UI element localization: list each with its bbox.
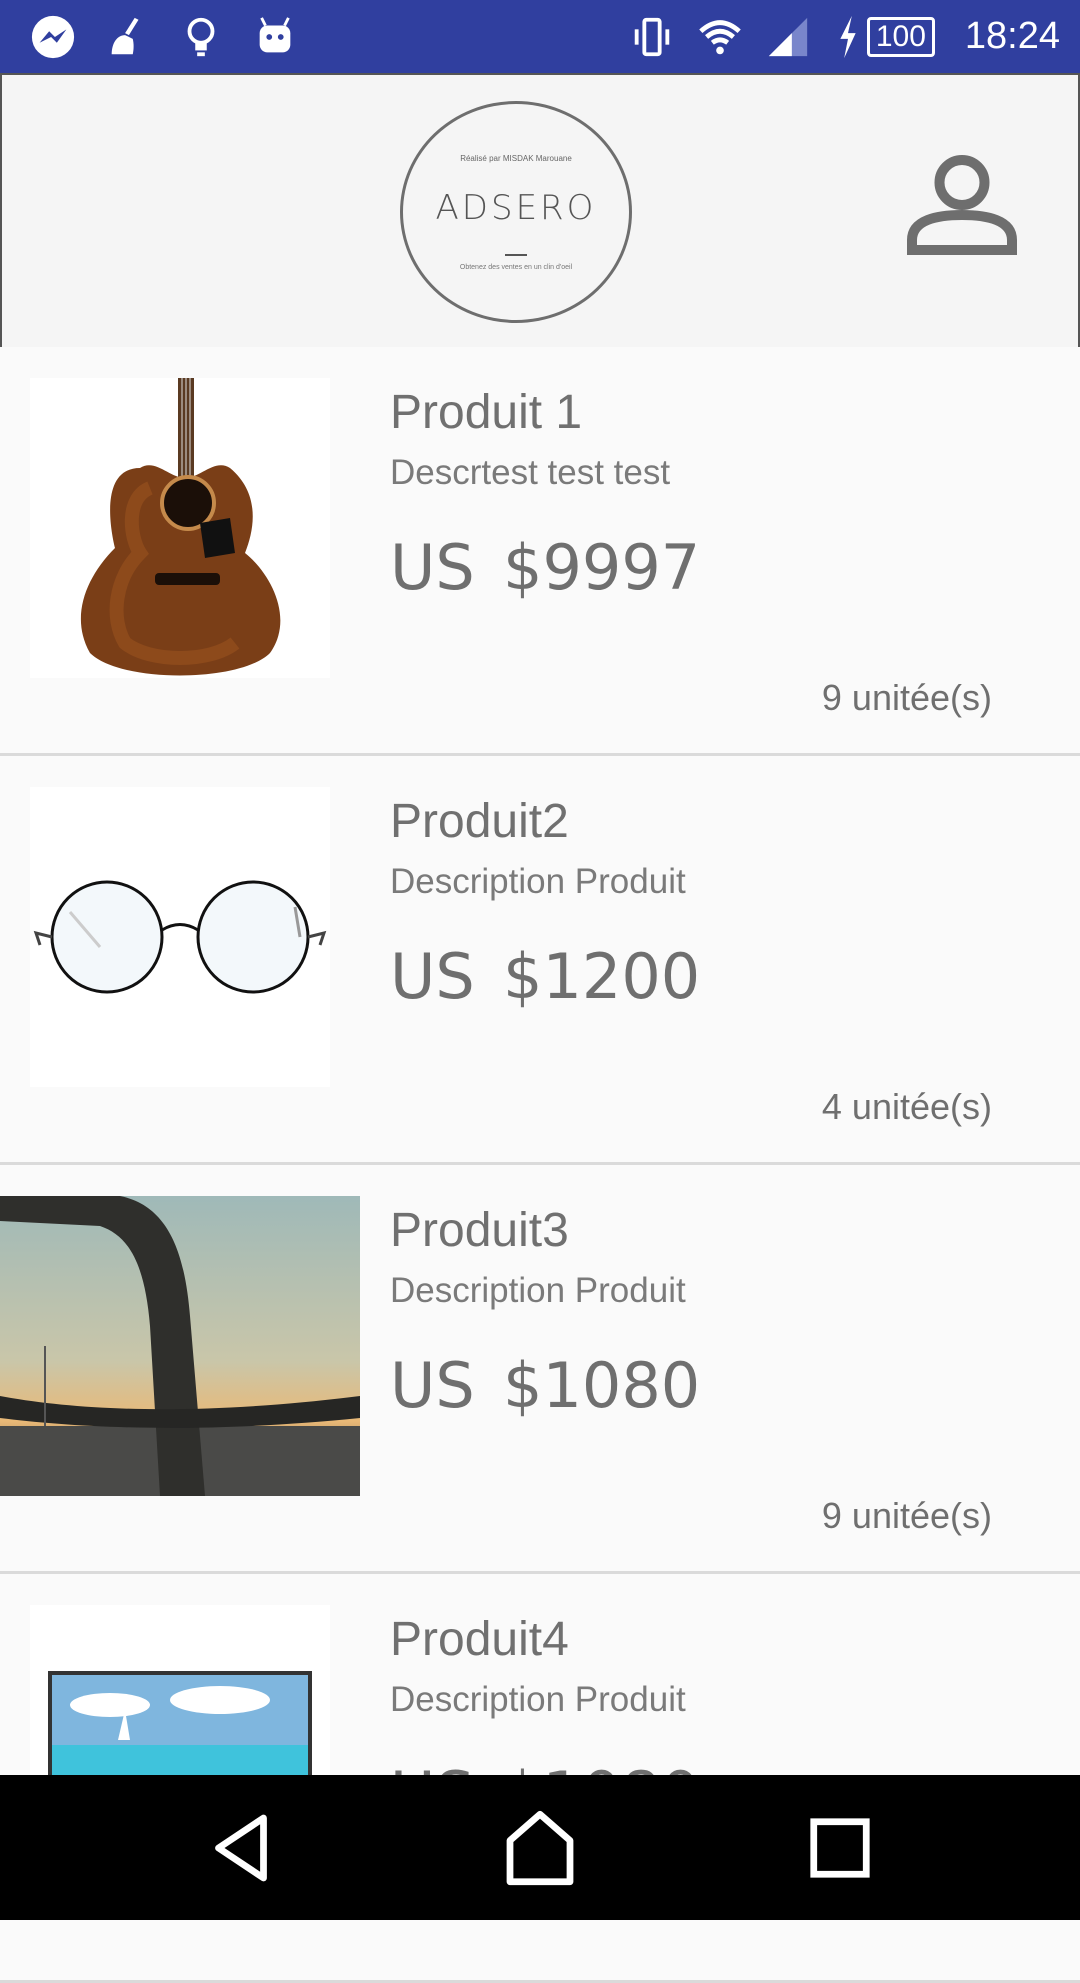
product-price: $1200 bbox=[503, 940, 701, 1013]
product-currency: US bbox=[390, 940, 475, 1013]
product-name: Produit 1 bbox=[390, 386, 583, 439]
product-units: 4 unitée(s) bbox=[821, 1086, 992, 1127]
product-price: $1080 bbox=[503, 1349, 701, 1422]
product-price: $9997 bbox=[503, 531, 701, 604]
product-item[interactable]: Produit 1 Descrtest test test US $9997 9… bbox=[0, 347, 1080, 756]
app-header: Réalisé par MISDAK Marouane ADSERO Obten… bbox=[0, 73, 1080, 349]
recents-icon bbox=[810, 1818, 870, 1878]
product-units: 9 unitée(s) bbox=[821, 677, 992, 718]
product-units: 9 unitée(s) bbox=[821, 1495, 992, 1536]
back-button[interactable] bbox=[196, 1803, 286, 1893]
product-name: Produit3 bbox=[390, 1204, 569, 1257]
account-button[interactable] bbox=[902, 145, 1022, 265]
logo-credit: Réalisé par MISDAK Marouane bbox=[460, 154, 572, 163]
messenger-icon bbox=[30, 14, 76, 60]
product-description: Description Produit bbox=[390, 1271, 686, 1310]
product-name: Produit2 bbox=[390, 795, 569, 848]
product-currency: US bbox=[390, 531, 475, 604]
person-icon bbox=[907, 155, 1017, 255]
logo-name: ADSERO bbox=[435, 188, 597, 228]
navigation-bar bbox=[0, 1775, 1080, 1920]
recents-button[interactable] bbox=[795, 1803, 885, 1893]
product-description: Description Produit bbox=[390, 862, 686, 901]
status-bar: 100 18:24 bbox=[0, 0, 1080, 73]
product-name: Produit4 bbox=[390, 1613, 569, 1666]
home-button[interactable] bbox=[495, 1803, 585, 1893]
product-list[interactable]: Produit 1 Descrtest test test US $9997 9… bbox=[0, 347, 1080, 1983]
signal-icon bbox=[765, 14, 811, 60]
vibrate-icon bbox=[629, 14, 675, 60]
logo-tagline: Obtenez des ventes en un clin d'oeil bbox=[459, 264, 573, 271]
back-icon bbox=[215, 1814, 267, 1882]
battery-indicator: 100 bbox=[833, 14, 935, 60]
product-image-window-view bbox=[0, 1196, 360, 1496]
android-icon bbox=[252, 14, 298, 60]
home-icon bbox=[506, 1810, 574, 1886]
status-time: 18:24 bbox=[964, 15, 1060, 57]
broom-icon bbox=[104, 14, 150, 60]
product-description: Description Produit bbox=[390, 1680, 686, 1719]
product-description: Descrtest test test bbox=[390, 453, 671, 492]
logo-divider bbox=[505, 254, 527, 256]
product-image-glasses bbox=[30, 787, 330, 1087]
lightbulb-icon bbox=[178, 14, 224, 60]
wifi-icon bbox=[697, 14, 743, 60]
product-item[interactable]: Produit2 Description Produit US $1200 4 … bbox=[0, 756, 1080, 1165]
app-logo: Réalisé par MISDAK Marouane ADSERO Obten… bbox=[400, 101, 632, 323]
charging-icon bbox=[833, 14, 863, 60]
product-currency: US bbox=[390, 1349, 475, 1422]
battery-level: 100 bbox=[866, 16, 935, 57]
product-item[interactable]: Produit3 Description Produit US $1080 9 … bbox=[0, 1165, 1080, 1574]
product-image-guitar bbox=[30, 378, 330, 678]
